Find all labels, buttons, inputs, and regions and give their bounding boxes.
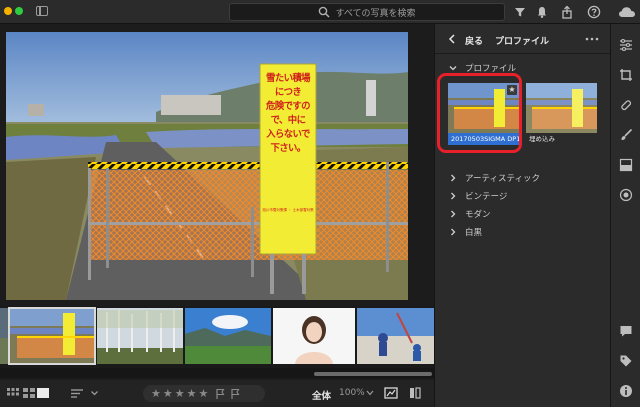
sidebar-toggle-icon[interactable]	[36, 6, 48, 16]
filter-icon[interactable]	[513, 5, 527, 19]
window-zoom-button[interactable]	[15, 7, 23, 15]
profile-name: 20170503SIGMA DP1	[448, 133, 519, 145]
filmstrip-scroll-thumb[interactable]	[314, 372, 432, 376]
search-icon	[319, 6, 331, 18]
photo-scene	[6, 32, 408, 300]
compare-icon[interactable]	[384, 386, 398, 400]
rating-star[interactable]: ★	[175, 388, 185, 399]
grid-view-large-icon[interactable]	[22, 386, 36, 400]
single-view-icon[interactable]	[36, 386, 50, 400]
rating-star[interactable]: ★	[199, 388, 209, 399]
profile-group-label: ビンテージ	[465, 192, 508, 202]
sign-footer: 旭川市雪対策課 ・ 土木部雪対策	[262, 208, 314, 212]
profile-name: 埋め込み	[526, 133, 597, 145]
back-button[interactable]: 戻る	[465, 34, 483, 47]
sort-icon[interactable]	[70, 386, 84, 400]
search-input[interactable]: すべての写真を検索	[229, 3, 505, 21]
filmstrip-thumbnail[interactable]	[97, 308, 183, 364]
filmstrip-thumbnail[interactable]	[185, 308, 271, 364]
zoom-value[interactable]: 100%	[339, 388, 365, 398]
profile-card-selected[interactable]: ★ 20170503SIGMA DP1	[448, 83, 519, 145]
flag-pick-icon[interactable]	[215, 388, 225, 400]
search-placeholder: すべての写真を検索	[335, 8, 416, 19]
filmstrip	[0, 306, 434, 368]
back-chevron-icon[interactable]	[448, 34, 456, 44]
profile-group-label: モダン	[465, 210, 491, 220]
rating-star[interactable]: ★	[151, 388, 161, 399]
zoom-chevron-down-icon[interactable]	[366, 390, 374, 396]
before-after-icon[interactable]	[408, 386, 422, 400]
more-options-icon[interactable]	[585, 37, 599, 41]
zoom-fit-label[interactable]: 全体	[312, 388, 331, 402]
share-icon[interactable]	[560, 5, 574, 19]
profile-panel: 戻る プロファイル プロファイル ★ 20170503SIGMA DP1 埋め込…	[434, 24, 611, 407]
chevron-right-icon	[451, 192, 456, 200]
rating-star[interactable]: ★	[163, 388, 173, 399]
chevron-right-icon	[451, 228, 456, 236]
main-photo-preview[interactable]: 雪たい積場につき 危険ですので、中に 入らないで下さい。 旭川市雪対策課 ・ 土…	[6, 32, 408, 300]
sort-chevron-down-icon[interactable]	[90, 386, 99, 400]
sign-line-2: 危険ですので、中に	[266, 101, 310, 126]
edit-tool-strip	[610, 24, 640, 407]
profile-preview-image	[526, 83, 597, 133]
profile-card[interactable]: 埋め込み	[526, 83, 597, 145]
title-bar: すべての写真を検索	[0, 0, 640, 24]
sign-line-3: 入らないで下さい。	[266, 129, 310, 154]
brush-icon[interactable]	[619, 128, 633, 142]
linear-gradient-icon[interactable]	[619, 158, 633, 172]
filmstrip-thumbnail[interactable]	[273, 308, 355, 364]
rating-and-flag-control: ★ ★ ★ ★ ★	[143, 385, 265, 402]
profile-group-label: 白黒	[465, 228, 483, 238]
comment-icon[interactable]	[619, 324, 633, 338]
filmstrip-scrollbar[interactable]	[0, 368, 434, 378]
profile-group-bw[interactable]: 白黒	[449, 226, 482, 238]
edit-sliders-icon[interactable]	[619, 38, 633, 52]
tag-icon[interactable]	[619, 354, 633, 368]
sign-line-1: 雪たい積場につき	[266, 73, 310, 98]
profile-group-modern[interactable]: モダン	[449, 208, 491, 220]
chevron-right-icon	[451, 210, 456, 218]
profile-group-label: アーティスティック	[465, 174, 540, 184]
rating-star[interactable]: ★	[187, 388, 197, 399]
profile-group-artistic[interactable]: アーティスティック	[449, 172, 540, 184]
profile-group-vintage[interactable]: ビンテージ	[449, 190, 507, 202]
filmstrip-thumbnail[interactable]	[0, 308, 8, 364]
chevron-down-icon	[449, 66, 457, 71]
filmstrip-thumbnail-selected[interactable]	[8, 307, 96, 365]
help-icon[interactable]	[587, 5, 601, 19]
cloud-icon[interactable]	[618, 5, 636, 19]
filmstrip-thumbnail[interactable]	[357, 308, 434, 364]
healing-bandage-icon[interactable]	[619, 98, 633, 112]
panel-header: 戻る プロファイル	[435, 24, 611, 54]
bottom-toolbar: ★ ★ ★ ★ ★ 全体 100%	[0, 380, 434, 407]
panel-title: プロファイル	[495, 37, 550, 47]
chevron-right-icon	[451, 174, 456, 182]
section-profile-header[interactable]: プロファイル	[449, 62, 516, 74]
grid-view-small-icon[interactable]	[6, 386, 20, 400]
flag-reject-icon[interactable]	[230, 388, 240, 400]
section-profile-label: プロファイル	[465, 64, 517, 74]
info-icon[interactable]	[619, 384, 633, 398]
favorite-star-icon[interactable]: ★	[507, 85, 517, 95]
window-minimize-button[interactable]	[4, 7, 12, 15]
crop-icon[interactable]	[619, 68, 633, 82]
sign-text: 雪たい積場につき 危険ですので、中に 入らないで下さい。	[262, 72, 314, 156]
bell-icon[interactable]	[535, 5, 549, 19]
radial-gradient-icon[interactable]	[619, 188, 633, 202]
